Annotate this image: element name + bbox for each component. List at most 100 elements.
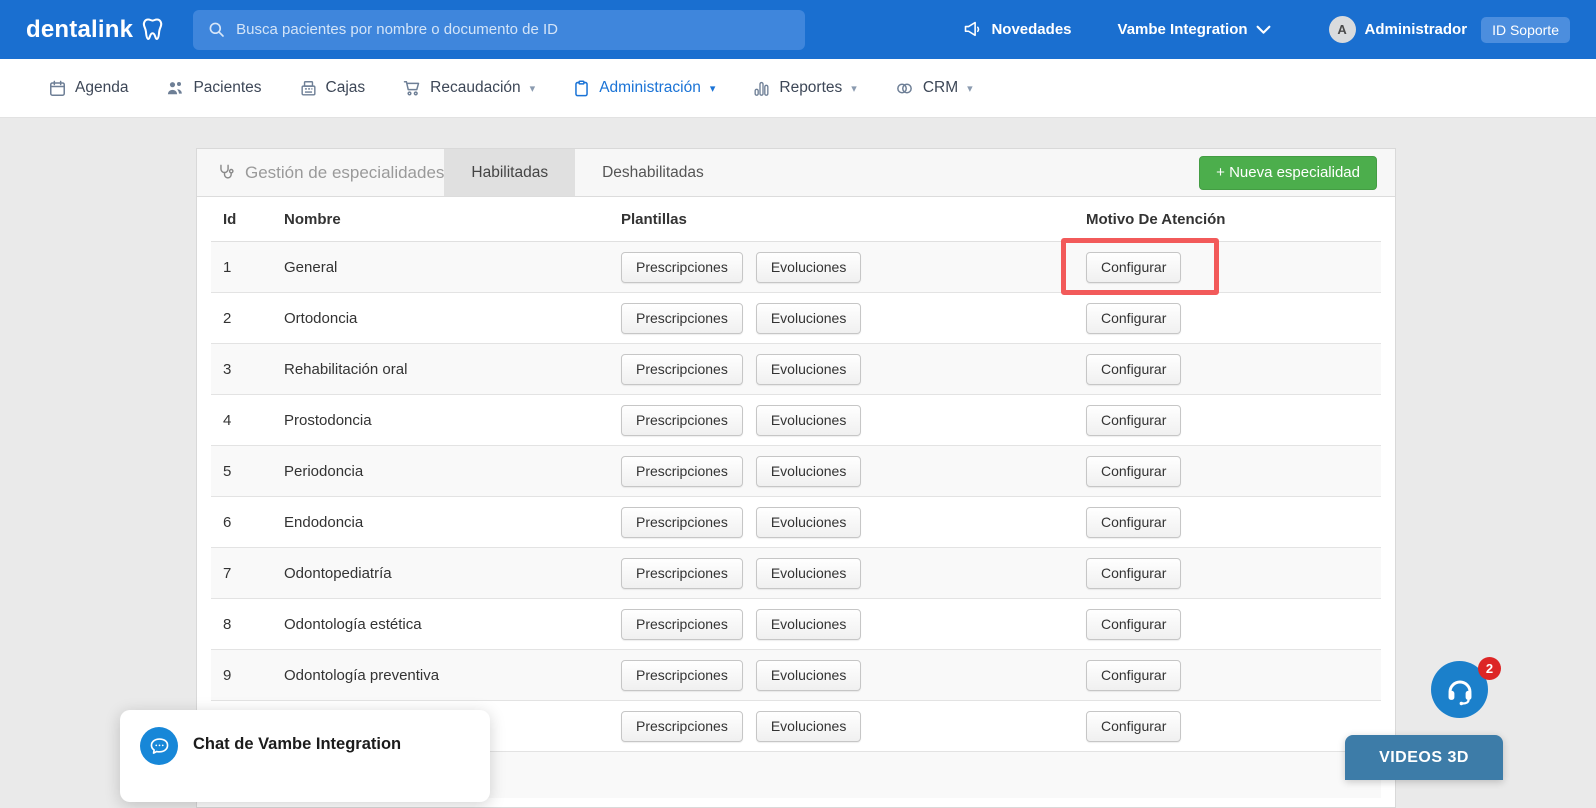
- evolutions-button[interactable]: Evoluciones: [756, 558, 862, 589]
- evolutions-button[interactable]: Evoluciones: [756, 303, 862, 334]
- novedades-label: Novedades: [991, 21, 1071, 38]
- nav-item-reportes[interactable]: Reportes ▾: [752, 79, 856, 98]
- search-icon: [207, 20, 226, 39]
- account-menu[interactable]: Vambe Integration: [1118, 21, 1271, 38]
- configure-button[interactable]: Configurar: [1086, 609, 1181, 640]
- evolutions-button[interactable]: Evoluciones: [756, 660, 862, 691]
- evolutions-button[interactable]: Evoluciones: [756, 609, 862, 640]
- notification-badge: 2: [1478, 657, 1501, 680]
- nav-item-crm[interactable]: CRM ▾: [894, 78, 973, 99]
- configure-button[interactable]: Configurar: [1086, 405, 1181, 436]
- configure-button[interactable]: Configurar: [1086, 558, 1181, 589]
- table-row: 9 Odontología preventiva Prescripciones …: [211, 650, 1381, 701]
- configure-button[interactable]: Configurar: [1086, 711, 1181, 742]
- panel-title: Gestión de especialidades: [197, 149, 444, 196]
- nav-label: Pacientes: [193, 79, 261, 97]
- chat-widget[interactable]: Chat de Vambe Integration: [120, 710, 490, 802]
- id-soporte-badge[interactable]: ID Soporte: [1481, 17, 1570, 43]
- headset-icon: [1444, 674, 1476, 706]
- user-name: Administrador: [1365, 21, 1468, 38]
- prescriptions-button[interactable]: Prescripciones: [621, 354, 743, 385]
- chevron-down-icon: ▾: [851, 82, 857, 95]
- megaphone-icon: [962, 19, 983, 40]
- table-row: 5 Periodoncia Prescripciones Evoluciones…: [211, 446, 1381, 497]
- prescriptions-button[interactable]: Prescripciones: [621, 660, 743, 691]
- prescriptions-button[interactable]: Prescripciones: [621, 252, 743, 283]
- configure-button[interactable]: Configurar: [1086, 456, 1181, 487]
- chevron-down-icon: ▾: [967, 82, 973, 95]
- nav-item-agenda[interactable]: Agenda: [48, 79, 128, 98]
- configure-button[interactable]: Configurar: [1086, 507, 1181, 538]
- nav-item-pacientes[interactable]: Pacientes: [165, 78, 261, 98]
- prescriptions-button[interactable]: Prescripciones: [621, 405, 743, 436]
- prescriptions-button[interactable]: Prescripciones: [621, 456, 743, 487]
- column-header-motivo: Motivo De Atención: [1086, 211, 1381, 228]
- evolutions-button[interactable]: Evoluciones: [756, 252, 862, 283]
- tooth-icon: [140, 16, 167, 43]
- configure-button[interactable]: Configurar: [1086, 354, 1181, 385]
- dentalink-logo[interactable]: dentalink: [26, 16, 167, 44]
- avatar: A: [1329, 16, 1356, 43]
- table-row: 8 Odontología estética Prescripciones Ev…: [211, 599, 1381, 650]
- tab-deshabilitadas[interactable]: Deshabilitadas: [575, 149, 731, 196]
- nav-label: Cajas: [326, 79, 366, 97]
- chat-widget-label: Chat de Vambe Integration: [193, 735, 401, 754]
- support-fab[interactable]: 2: [1431, 661, 1488, 718]
- row-name: Endodoncia: [284, 514, 621, 531]
- user-menu[interactable]: A Administrador: [1329, 16, 1468, 43]
- evolutions-button[interactable]: Evoluciones: [756, 456, 862, 487]
- nav-label: Agenda: [75, 79, 128, 97]
- clipboard-icon: [572, 79, 591, 98]
- table-row: 1 General Prescripciones Evoluciones Con…: [211, 242, 1381, 293]
- evolutions-button[interactable]: Evoluciones: [756, 405, 862, 436]
- prescriptions-button[interactable]: Prescripciones: [621, 711, 743, 742]
- link-rings-icon: [894, 78, 915, 99]
- configure-button[interactable]: Configurar: [1086, 660, 1181, 691]
- nav-item-cajas[interactable]: Cajas: [299, 79, 366, 98]
- configure-button[interactable]: Configurar: [1086, 303, 1181, 334]
- chevron-down-icon: ▾: [710, 82, 716, 95]
- table-row: 3 Rehabilitación oral Prescripciones Evo…: [211, 344, 1381, 395]
- row-id: 5: [223, 463, 284, 480]
- nav-item-administracion[interactable]: Administración ▾: [572, 79, 715, 98]
- prescriptions-button[interactable]: Prescripciones: [621, 609, 743, 640]
- row-id: 9: [223, 667, 284, 684]
- table-row: 4 Prostodoncia Prescripciones Evolucione…: [211, 395, 1381, 446]
- tab-habilitadas[interactable]: Habilitadas: [444, 149, 575, 196]
- table-row: 6 Endodoncia Prescripciones Evoluciones …: [211, 497, 1381, 548]
- prescriptions-button[interactable]: Prescripciones: [621, 558, 743, 589]
- prescriptions-button[interactable]: Prescripciones: [621, 303, 743, 334]
- table-row: 7 Odontopediatría Prescripciones Evoluci…: [211, 548, 1381, 599]
- row-id: 6: [223, 514, 284, 531]
- prescriptions-button[interactable]: Prescripciones: [621, 507, 743, 538]
- evolutions-button[interactable]: Evoluciones: [756, 711, 862, 742]
- table-header-row: Id Nombre Plantillas Motivo De Atención: [211, 197, 1381, 242]
- stethoscope-icon: [217, 163, 236, 182]
- cart-icon: [402, 78, 422, 98]
- evolutions-button[interactable]: Evoluciones: [756, 507, 862, 538]
- row-name: Rehabilitación oral: [284, 361, 621, 378]
- specialties-panel: Gestión de especialidades Habilitadas De…: [196, 148, 1396, 808]
- chevron-down-icon: [1256, 25, 1271, 35]
- row-id: 1: [223, 259, 284, 276]
- patient-search: [193, 10, 805, 50]
- column-header-plantillas: Plantillas: [621, 211, 1086, 228]
- novedades-button[interactable]: Novedades: [962, 19, 1071, 40]
- row-id: 7: [223, 565, 284, 582]
- evolutions-button[interactable]: Evoluciones: [756, 354, 862, 385]
- table-row: 2 Ortodoncia Prescripciones Evoluciones …: [211, 293, 1381, 344]
- row-id: 8: [223, 616, 284, 633]
- new-specialty-button[interactable]: + Nueva especialidad: [1199, 156, 1377, 190]
- nav-item-recaudacion[interactable]: Recaudación ▾: [402, 78, 535, 98]
- bar-chart-icon: [752, 79, 771, 98]
- search-input[interactable]: [236, 21, 791, 38]
- calendar-icon: [48, 79, 67, 98]
- column-header-nombre: Nombre: [284, 211, 621, 228]
- row-name: Periodoncia: [284, 463, 621, 480]
- videos-3d-button[interactable]: VIDEOS 3D: [1345, 735, 1503, 780]
- top-app-bar: dentalink Novedades Vambe Integration: [0, 0, 1596, 59]
- account-name: Vambe Integration: [1118, 21, 1248, 38]
- row-name: Odontología estética: [284, 616, 621, 633]
- configure-button[interactable]: Configurar: [1086, 252, 1181, 283]
- row-id: 2: [223, 310, 284, 327]
